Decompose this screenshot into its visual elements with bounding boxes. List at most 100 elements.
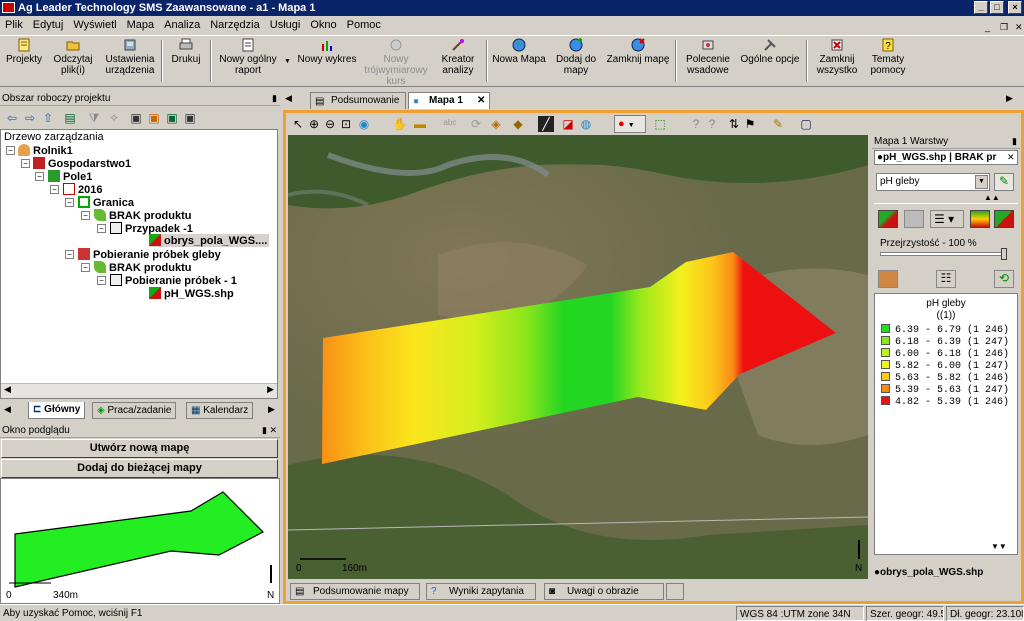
tab-summary[interactable]: ▤ Podsumowanie [310,92,406,109]
tab-calendar[interactable]: ▦ Kalendarz [186,402,254,419]
layer-color-icon[interactable] [994,210,1014,228]
layer-props-icon[interactable] [878,270,898,288]
zoom-box-icon[interactable]: ⊡ [338,116,354,132]
open-file-button[interactable]: Odczytaj plik(i) [50,38,96,76]
zoom-out-icon[interactable]: ⊖ [322,116,338,132]
tab-work[interactable]: ◈ Praca/zadanie [92,402,177,419]
tree-node-sampling-1[interactable]: Pobieranie próbek - 1 [110,274,237,287]
batch-command-button[interactable]: Polecenie wsadowe [682,38,734,76]
maximize-button[interactable]: □ [990,1,1004,14]
layer-chart-icon[interactable] [970,210,990,228]
refresh-icon[interactable]: ▣ [182,110,198,126]
menu-help[interactable]: Pomoc [342,16,386,34]
expander-icon[interactable]: − [97,276,106,285]
layer-list-dropdown[interactable]: ☰ ▾ [930,210,964,228]
query-info-icon[interactable]: ? [704,116,720,132]
select-area-icon[interactable]: ⬚ [652,116,668,132]
select-arrow-icon[interactable]: ▼ [975,175,988,189]
menu-services[interactable]: Usługi [265,16,306,34]
layer-grid-icon[interactable] [904,210,924,228]
layer-refresh-icon[interactable]: ⟲ [994,270,1014,288]
add-to-map-button[interactable]: Dodaj do mapy [552,38,600,76]
mdi-minimize-icon[interactable]: _ [980,18,992,32]
active-layer-tab[interactable]: ●pH_WGS.shp | BRAK pr [874,150,1018,165]
tab-extra[interactable] [666,583,684,600]
add-to-current-map-button[interactable]: Dodaj do bieżącej mapy [1,459,278,478]
close-all-button[interactable]: Zamknij wszystko [812,38,862,76]
tree-node-file-boundary[interactable]: obrys_pola_WGS.... [149,234,270,247]
scroll-right-icon[interactable]: ▶ [267,384,274,395]
slider-thumb[interactable] [1001,248,1007,260]
tab-scroll-right-icon[interactable]: ▶ [268,404,275,415]
annotate-icon[interactable]: ✎ [770,116,786,132]
new-3d-button[interactable]: Nowy trójwymiarowy kurs [364,38,428,87]
edit-icon[interactable]: ◆ [510,116,526,132]
expander-icon[interactable]: − [97,224,106,233]
new-report-button[interactable]: Nowy ogólny raport [216,38,280,76]
tab-map-summary[interactable]: ▤ Podsumowanie mapy [290,583,420,600]
expander-icon[interactable]: − [65,198,74,207]
globe-view-icon[interactable]: ◍ [578,116,594,132]
transparency-slider[interactable] [880,248,1007,260]
close-layer-icon[interactable]: ✕ [1007,152,1015,163]
export-icon[interactable]: ▣ [128,110,144,126]
rotate-icon[interactable]: ⟳ [468,116,484,132]
menu-file[interactable]: Plik [0,16,28,34]
tree-node-grower[interactable]: Rolnik1 [18,144,73,157]
tree-node-file-ph[interactable]: pH_WGS.shp [149,287,234,300]
close-tab-icon[interactable]: ✕ [477,93,485,108]
layers-icon[interactable]: ◈ [488,116,504,132]
pointer-icon[interactable]: ↖ [290,116,306,132]
collapse-down-icon[interactable]: ▼▼ [991,542,1007,551]
projects-button[interactable]: Projekty [4,38,44,65]
edit-legend-icon[interactable]: ✎ [994,173,1014,191]
tree-node-field[interactable]: Pole1 [48,170,92,183]
horizontal-scrollbar[interactable]: ◀ ▶ [1,383,277,398]
pin-icon[interactable]: ▮ [272,92,277,105]
tree-node-boundary[interactable]: Granica [78,196,134,209]
select-polygon-icon[interactable]: ◪ [560,116,576,132]
tab-query-results[interactable]: ? Wyniki zapytania [426,583,536,600]
tree-node-farm[interactable]: Gospodarstwo1 [33,157,131,170]
expander-icon[interactable]: − [6,146,15,155]
collapse-up-icon[interactable]: ▲▲ [984,193,1000,202]
layer-table-icon[interactable]: ☷ [936,270,956,288]
minimize-button[interactable]: _ [974,1,988,14]
settings-icon[interactable]: ✧ [106,110,122,126]
import-icon[interactable]: ▣ [146,110,162,126]
expander-icon[interactable]: − [35,172,44,181]
tree-view-icon[interactable]: ▤ [62,110,78,126]
create-new-map-button[interactable]: Utwórz nową mapę [1,439,278,458]
tab-main[interactable]: ⊏ Główny [28,402,86,419]
tree-node-product[interactable]: BRAK produktu [94,209,192,222]
general-options-button[interactable]: Ogólne opcje [740,38,800,65]
mdi-restore-icon[interactable]: ❐ [995,18,1008,32]
attribute-select[interactable]: pH gleby ▼ [876,173,990,191]
expander-icon[interactable]: − [50,185,59,194]
layer-style-icon[interactable] [878,210,898,228]
up-icon[interactable]: ⇧ [40,110,56,126]
new-report-dropdown-icon[interactable]: ▼ [284,58,291,65]
doc-tab-scroll-right-icon[interactable]: ▶ [1006,93,1013,104]
flag-icon[interactable]: ⚑ [742,116,758,132]
tab-image-notes[interactable]: ◙ Uwagi o obrazie [544,583,664,600]
tree-node-year[interactable]: 2016 [63,183,102,196]
measure-icon[interactable]: ▬ [412,116,428,132]
expander-icon[interactable]: − [65,250,74,259]
print-button[interactable]: Drukuj [166,38,206,65]
menu-window[interactable]: Okno [305,16,341,34]
new-chart-button[interactable]: Nowy wykres [296,38,358,65]
device-settings-button[interactable]: Ustawienia urządzenia [103,38,157,76]
analysis-wizard-button[interactable]: Kreator analizy [434,38,482,76]
tree-node-soil-sampling[interactable]: Pobieranie próbek gleby [78,248,221,261]
menu-map[interactable]: Mapa [122,16,160,34]
draw-line-icon[interactable]: ╱ [538,116,554,132]
zoom-globe-icon[interactable]: ◉ [356,116,372,132]
close-map-button[interactable]: Zamknij mapę [606,38,670,65]
menu-tools[interactable]: Narzędzia [205,16,265,34]
doc-tab-scroll-left-icon[interactable]: ◀ [285,93,292,104]
back-icon[interactable]: ⇦ [4,110,20,126]
mdi-close-icon[interactable]: ✕ [1010,18,1023,32]
forward-icon[interactable]: ⇨ [22,110,38,126]
expander-icon[interactable]: − [81,263,90,272]
